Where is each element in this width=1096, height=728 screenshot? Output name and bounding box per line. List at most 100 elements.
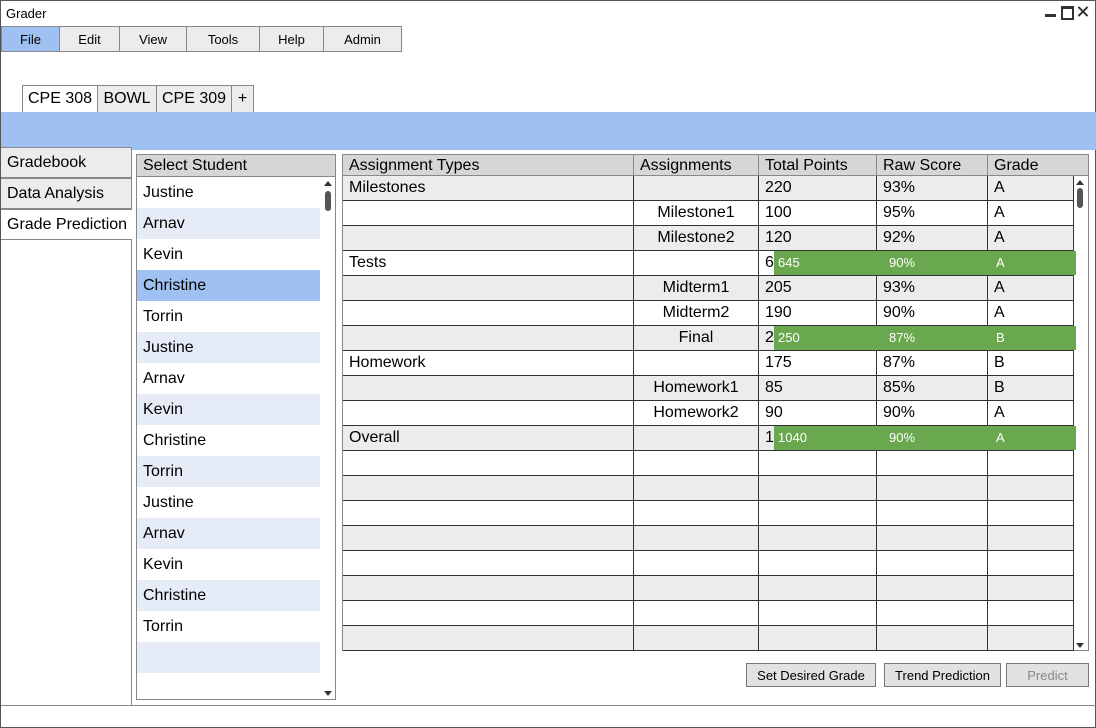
assignment-type-cell[interactable] <box>343 526 634 550</box>
student-list-item[interactable]: Christine <box>137 580 320 611</box>
total-points-cell[interactable] <box>759 601 877 625</box>
grade-cell[interactable]: A <box>988 226 1074 250</box>
maximize-icon[interactable] <box>1060 5 1074 20</box>
grade-cell[interactable] <box>988 601 1074 625</box>
raw-score-cell[interactable]: 87% <box>877 351 988 375</box>
grade-cell[interactable] <box>988 501 1074 525</box>
assignment-cell[interactable] <box>634 526 759 550</box>
student-list-item[interactable]: Kevin <box>137 239 320 270</box>
assignment-type-cell[interactable] <box>343 476 634 500</box>
menu-help[interactable]: Help <box>260 26 324 52</box>
scroll-thumb[interactable] <box>1077 188 1083 208</box>
assignment-cell[interactable]: Midterm2 <box>634 301 759 325</box>
total-points-cell[interactable]: 100 <box>759 201 877 225</box>
student-list-item[interactable]: Torrin <box>137 301 320 332</box>
table-row[interactable]: Midterm2 190 90% A <box>343 301 1074 326</box>
table-row[interactable]: Homework2 90 90% A <box>343 401 1074 426</box>
menu-file[interactable]: File <box>1 26 60 52</box>
add-tab-button[interactable]: + <box>232 85 254 112</box>
grade-cell[interactable] <box>988 451 1074 475</box>
student-list-item[interactable]: Justine <box>137 177 320 208</box>
assignment-cell[interactable] <box>634 626 759 650</box>
grade-cell[interactable] <box>988 576 1074 600</box>
total-points-cell[interactable] <box>759 576 877 600</box>
table-row[interactable] <box>343 451 1074 476</box>
assignment-type-cell[interactable] <box>343 326 634 350</box>
raw-score-cell[interactable]: 85% <box>877 376 988 400</box>
raw-score-cell[interactable]: 93% <box>877 176 988 200</box>
assignment-cell[interactable]: Homework1 <box>634 376 759 400</box>
total-points-cell[interactable] <box>759 501 877 525</box>
table-row[interactable]: Homework 175 87% B <box>343 351 1074 376</box>
assignment-type-cell[interactable] <box>343 601 634 625</box>
table-row[interactable]: Milestone2 120 92% A <box>343 226 1074 251</box>
table-row[interactable]: Overall 1 1040 90% A <box>343 426 1076 451</box>
student-list-item[interactable]: Justine <box>137 487 320 518</box>
total-points-cell[interactable]: 205 <box>759 276 877 300</box>
assignment-type-cell[interactable]: Homework <box>343 351 634 375</box>
assignment-cell[interactable] <box>634 451 759 475</box>
table-row[interactable]: Milestones 220 93% A <box>343 176 1074 201</box>
assignment-cell[interactable] <box>634 501 759 525</box>
total-points-cell[interactable]: 85 <box>759 376 877 400</box>
student-list-item[interactable]: Arnav <box>137 208 320 239</box>
raw-score-cell[interactable]: 90% <box>877 301 988 325</box>
assignment-cell[interactable] <box>634 576 759 600</box>
grade-table-scrollbar[interactable] <box>1072 176 1088 650</box>
menu-edit[interactable]: Edit <box>60 26 120 52</box>
trend-prediction-button[interactable]: Trend Prediction <box>884 663 1001 687</box>
table-row[interactable] <box>343 576 1074 601</box>
raw-score-cell[interactable] <box>877 501 988 525</box>
table-row[interactable] <box>343 526 1074 551</box>
total-points-cell[interactable]: 90 <box>759 401 877 425</box>
total-points-cell[interactable] <box>759 451 877 475</box>
grade-cell[interactable]: A <box>988 301 1074 325</box>
assignment-type-cell[interactable] <box>343 226 634 250</box>
assignment-cell[interactable]: Milestone1 <box>634 201 759 225</box>
student-list-scrollbar[interactable] <box>321 178 335 699</box>
assignment-type-cell[interactable]: Tests <box>343 251 634 275</box>
table-row[interactable]: Homework1 85 85% B <box>343 376 1074 401</box>
raw-score-cell[interactable] <box>877 526 988 550</box>
close-icon[interactable] <box>1076 5 1089 19</box>
assignment-cell[interactable]: Midterm1 <box>634 276 759 300</box>
student-list-item[interactable]: Arnav <box>137 518 320 549</box>
total-points-cell[interactable] <box>759 476 877 500</box>
assignment-cell[interactable] <box>634 351 759 375</box>
total-points-cell[interactable] <box>759 551 877 575</box>
predict-button[interactable]: Predict <box>1006 663 1089 687</box>
grade-cell[interactable] <box>988 476 1074 500</box>
total-points-cell[interactable]: 175 <box>759 351 877 375</box>
assignment-type-cell[interactable] <box>343 376 634 400</box>
minimize-icon[interactable] <box>1044 5 1057 19</box>
assignment-cell[interactable]: Homework2 <box>634 401 759 425</box>
grade-cell[interactable]: A <box>988 176 1074 200</box>
assignment-cell[interactable]: Final <box>634 326 759 350</box>
raw-score-cell[interactable] <box>877 476 988 500</box>
raw-score-cell[interactable]: 95% <box>877 201 988 225</box>
table-row[interactable]: Final 2 250 87% B <box>343 326 1076 351</box>
total-points-cell[interactable] <box>759 626 877 650</box>
scroll-thumb[interactable] <box>325 191 331 211</box>
raw-score-cell[interactable]: 90% <box>877 401 988 425</box>
table-row[interactable]: Tests 6 645 90% A <box>343 251 1076 276</box>
grade-cell[interactable]: B <box>988 376 1074 400</box>
assignment-type-cell[interactable] <box>343 451 634 475</box>
total-points-cell[interactable]: 220 <box>759 176 877 200</box>
raw-score-cell[interactable] <box>877 551 988 575</box>
menu-tools[interactable]: Tools <box>187 26 260 52</box>
assignment-cell[interactable] <box>634 601 759 625</box>
tab-cpe-308[interactable]: CPE 308 <box>22 85 98 112</box>
assignment-type-cell[interactable] <box>343 201 634 225</box>
nav-grade-prediction[interactable]: Grade Prediction <box>1 209 132 240</box>
grade-cell[interactable] <box>988 626 1074 650</box>
assignment-type-cell[interactable] <box>343 551 634 575</box>
grade-cell[interactable]: A <box>988 401 1074 425</box>
table-row[interactable] <box>343 626 1074 651</box>
student-list-item[interactable]: Christine <box>137 425 320 456</box>
assignment-type-cell[interactable] <box>343 276 634 300</box>
nav-gradebook[interactable]: Gradebook <box>1 147 132 178</box>
assignment-type-cell[interactable]: Overall <box>343 426 634 450</box>
assignment-cell[interactable] <box>634 251 759 275</box>
table-row[interactable] <box>343 501 1074 526</box>
